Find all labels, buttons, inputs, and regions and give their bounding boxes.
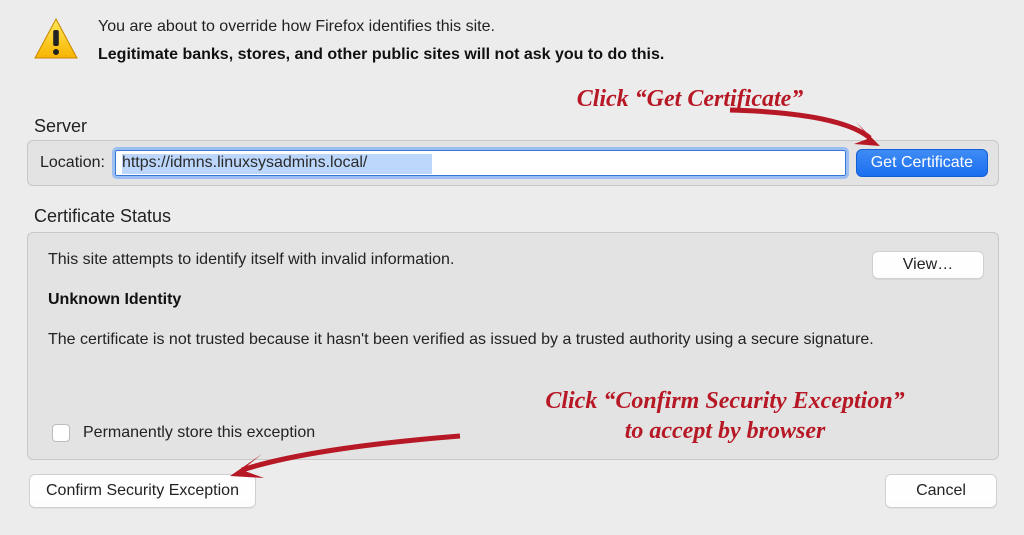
status-attempt-text: This site attempts to identify itself wi…: [48, 251, 982, 269]
header-line1: You are about to override how Firefox id…: [98, 18, 664, 36]
certificate-status-box: This site attempts to identify itself wi…: [27, 232, 999, 460]
header-text: You are about to override how Firefox id…: [98, 18, 664, 64]
server-section-label: Server: [34, 116, 87, 137]
get-certificate-button[interactable]: Get Certificate: [856, 149, 988, 177]
status-explain-text: The certificate is not trusted because i…: [48, 331, 982, 349]
cancel-button[interactable]: Cancel: [885, 474, 997, 508]
confirm-security-exception-button[interactable]: Confirm Security Exception: [29, 474, 256, 508]
view-button[interactable]: View…: [872, 251, 984, 279]
certificate-status-label: Certificate Status: [34, 206, 171, 227]
header-line2: Legitimate banks, stores, and other publ…: [98, 46, 664, 64]
warning-icon: [32, 16, 80, 64]
location-label: Location:: [40, 154, 105, 172]
location-input[interactable]: [115, 150, 846, 176]
server-box: Location: Get Certificate: [27, 140, 999, 186]
permanently-store-label: Permanently store this exception: [83, 424, 315, 442]
annotation-get-certificate: Click “Get Certificate”: [500, 84, 880, 114]
permanently-store-row[interactable]: Permanently store this exception: [48, 421, 315, 445]
permanently-store-checkbox[interactable]: [52, 424, 70, 442]
unknown-identity-heading: Unknown Identity: [48, 291, 982, 309]
